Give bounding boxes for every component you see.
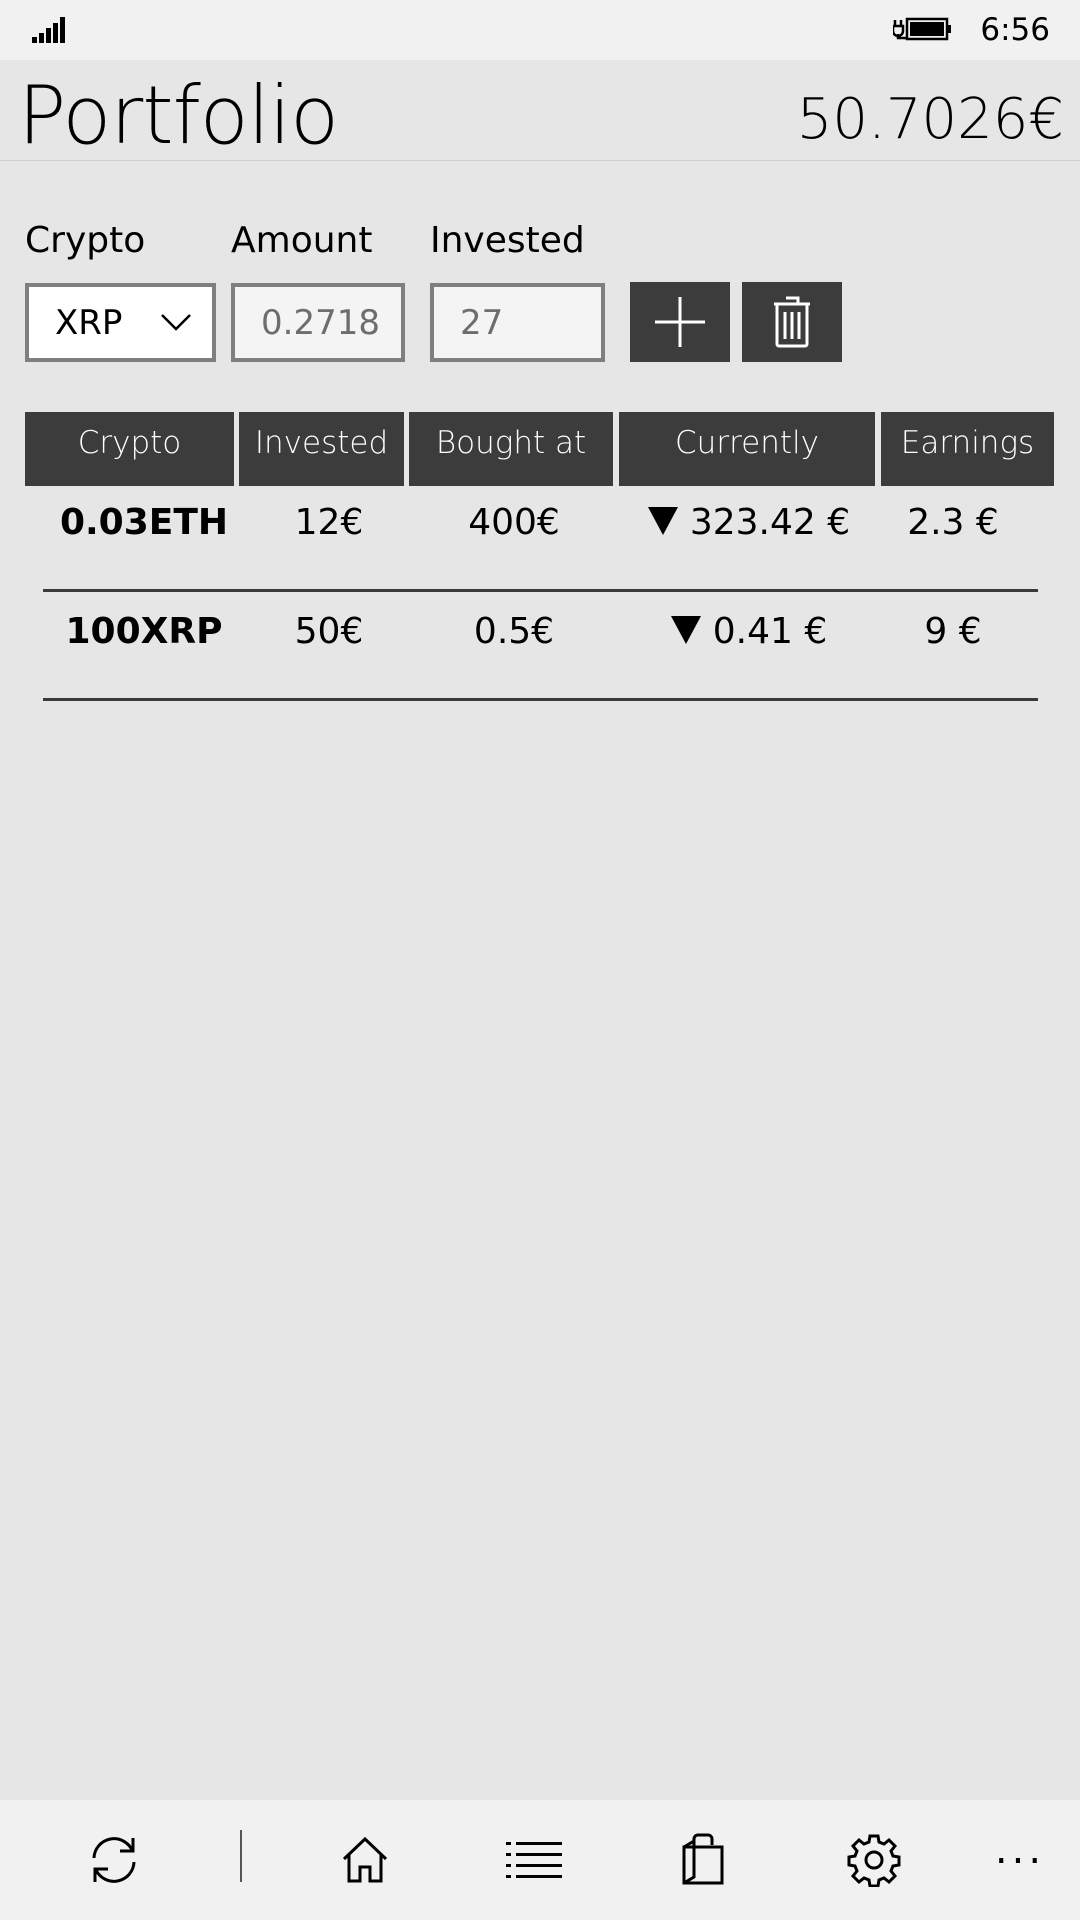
refresh-button[interactable]	[84, 1830, 144, 1890]
row-currently: 323.42 €	[619, 498, 879, 548]
row-earnings: 9 €	[924, 611, 982, 652]
amount-label: Amount	[231, 220, 373, 261]
row-earnings: 2.3 €	[907, 502, 999, 543]
crypto-label: Crypto	[25, 220, 146, 261]
trash-icon	[774, 296, 810, 348]
row-crypto: 0.03ETH	[59, 502, 229, 543]
header-currently: Currently	[619, 412, 875, 486]
row-divider	[43, 589, 1038, 592]
list-button[interactable]	[504, 1830, 564, 1890]
add-button[interactable]	[630, 282, 730, 362]
store-button[interactable]	[673, 1830, 733, 1890]
clock: 6:56	[980, 12, 1050, 48]
settings-button[interactable]	[844, 1830, 904, 1890]
shopping-bag-icon	[682, 1833, 724, 1885]
chevron-down-icon	[161, 314, 191, 331]
row-invested: 50€	[294, 611, 364, 652]
refresh-icon	[92, 1837, 136, 1883]
page-title: Portfolio	[18, 69, 339, 162]
more-button[interactable]: ...	[980, 1830, 1060, 1890]
header-invested: Invested	[239, 412, 404, 486]
crypto-select[interactable]: XRP	[25, 283, 216, 362]
row-bought-at: 0.5€	[473, 611, 555, 652]
app-bar: ...	[0, 1800, 1080, 1920]
row-currently-value: 323.42 €	[689, 502, 851, 543]
header: Portfolio 50.7026€	[0, 60, 1080, 162]
row-divider	[43, 698, 1038, 701]
status-bar: 6:56	[0, 0, 1080, 60]
portfolio-total: 50.7026€	[796, 87, 1064, 152]
row-invested: 12€	[294, 502, 364, 543]
app-bar-separator	[240, 1830, 242, 1882]
row-crypto: 100XRP	[65, 611, 223, 652]
row-currently: 0.41 €	[619, 607, 879, 657]
home-icon	[342, 1836, 388, 1883]
header-earnings: Earnings	[881, 412, 1054, 486]
header-bought-at: Bought at	[409, 412, 613, 486]
row-currently-value: 0.41 €	[712, 611, 828, 652]
list-icon	[506, 1842, 562, 1878]
row-bought-at: 400€	[468, 502, 560, 543]
invested-label: Invested	[430, 220, 585, 261]
header-crypto: Crypto	[25, 412, 234, 486]
delete-button[interactable]	[742, 282, 842, 362]
gear-icon	[847, 1834, 901, 1887]
crypto-select-value: XRP	[55, 303, 123, 343]
amount-input[interactable]	[231, 283, 405, 362]
battery-charging-icon	[893, 17, 951, 41]
home-button[interactable]	[335, 1830, 395, 1890]
trend-down-icon	[670, 616, 701, 644]
plus-icon	[655, 297, 705, 347]
signal-strength-icon	[32, 17, 65, 43]
invested-input[interactable]	[430, 283, 605, 362]
trend-down-icon	[647, 507, 678, 535]
